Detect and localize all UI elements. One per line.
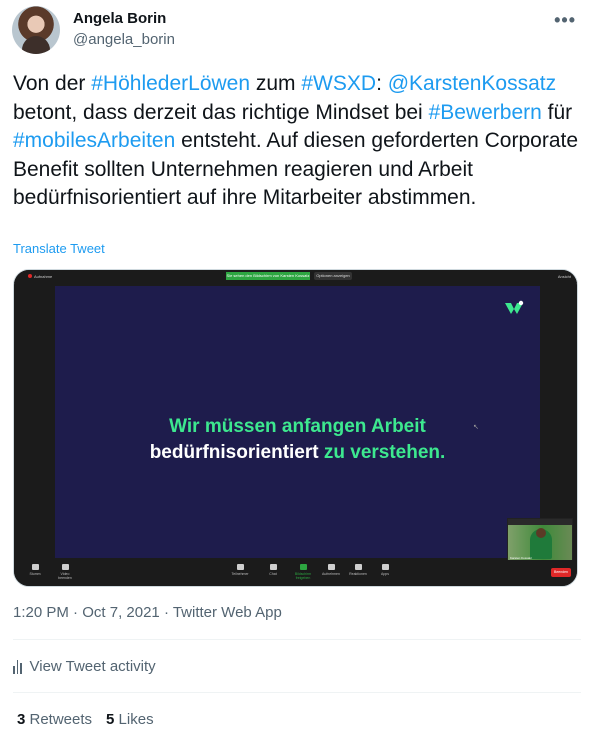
toolbar-label: Bildschirm freigeben <box>294 572 312 580</box>
toolbar-icon <box>299 564 307 570</box>
toolbar-label: Reaktionen <box>349 572 367 576</box>
view-label: Ansicht <box>557 274 571 279</box>
more-options-icon[interactable]: ••• <box>554 10 576 31</box>
tweet-text-segment: zum <box>250 72 302 95</box>
tweet-text: Von der #HöhlederLöwen zum #WSXD: @Karst… <box>13 70 585 213</box>
author-handle[interactable]: @angela_borin <box>73 31 175 48</box>
record-dot-icon <box>28 274 32 278</box>
author-name[interactable]: Angela Borin <box>73 10 166 27</box>
hashtag-link[interactable]: #mobilesArbeiten <box>13 129 175 152</box>
toolbar-icon <box>327 564 335 570</box>
zoom-toolbar-item: Bildschirm freigeben <box>292 564 314 580</box>
tweet-stats: 3 Retweets 5 Likes <box>17 711 154 728</box>
view-tweet-activity-link[interactable]: View Tweet activity <box>13 658 156 675</box>
hashtag-link[interactable]: @KarstenKossatz <box>388 72 556 95</box>
slide-headline-line2: bedürfnisorientiert zu verstehen. <box>55 442 540 464</box>
hashtag-link[interactable]: #WSXD <box>301 72 376 95</box>
speaker-video-thumbnail: Karsten Kossatz <box>507 518 573 562</box>
recording-indicator: Aufnahme <box>28 274 52 279</box>
hashtag-link[interactable]: #HöhlederLöwen <box>91 72 250 95</box>
tweet-metadata: 1:20 PM · Oct 7, 2021 · Twitter Web App <box>13 604 282 621</box>
zoom-toolbar: Beenden Stumm Video beenden Teilnehmer Chat… <box>14 560 577 586</box>
zoom-toolbar-item: Stumm <box>24 564 46 576</box>
translate-tweet-link[interactable]: Translate Tweet <box>13 241 105 256</box>
toolbar-label: Stumm <box>29 572 41 576</box>
divider <box>13 692 581 693</box>
zoom-toolbar-item: Reaktionen <box>347 564 369 576</box>
slide-headline-line1: Wir müssen anfangen Arbeit <box>169 416 426 437</box>
zoom-toolbar-item: Chat <box>262 564 284 576</box>
toolbar-icon <box>381 564 389 570</box>
presentation-slide: Wir müssen anfangen Arbeit bedürfnisorie… <box>55 286 540 558</box>
tweet-header: Angela Borin @angela_borin ••• <box>12 6 582 56</box>
toolbar-icon <box>61 564 69 570</box>
activity-label: View Tweet activity <box>29 658 156 675</box>
tweet-text-segment: : <box>376 72 388 95</box>
toolbar-icon <box>31 564 39 570</box>
screen-share-banner: Sie sehen den Bildschirm von Karsten Kos… <box>226 272 310 280</box>
tweet-media-image[interactable]: Aufnahme Sie sehen den Bildschirm von Ka… <box>13 269 578 587</box>
slide-white-text: bedürfnisorientiert <box>149 442 319 463</box>
toolbar-label: Aufnehmen <box>322 572 340 576</box>
toolbar-icon <box>236 564 244 570</box>
zoom-toolbar-item: Apps <box>374 564 396 576</box>
hashtag-link[interactable]: #Bewerbern <box>429 101 542 124</box>
end-meeting-button: Beenden <box>551 568 571 577</box>
mouse-cursor-icon: ↖ <box>473 424 479 431</box>
tweet-text-segment: betont, dass derzeit das richtige Mindse… <box>13 100 429 124</box>
tweet-time[interactable]: 1:20 PM <box>13 604 69 621</box>
toolbar-label: Video beenden <box>58 572 72 580</box>
tweet-source[interactable]: Twitter Web App <box>173 604 282 621</box>
analytics-icon <box>13 659 22 674</box>
brand-logo-icon <box>505 300 524 314</box>
divider <box>13 639 581 640</box>
retweets-link[interactable]: 3 Retweets <box>17 711 92 728</box>
slide-green-text: zu verstehen. <box>318 442 446 463</box>
tweet-date[interactable]: Oct 7, 2021 <box>82 604 160 621</box>
toolbar-icon <box>269 564 277 570</box>
zoom-top-bar: Aufnahme Sie sehen den Bildschirm von Ka… <box>14 270 577 283</box>
toolbar-label: Apps <box>381 572 389 576</box>
zoom-toolbar-item: Aufnehmen <box>320 564 342 576</box>
toolbar-icon <box>354 564 362 570</box>
tweet-text-segment: Von der <box>13 72 92 95</box>
zoom-toolbar-item: Video beenden <box>54 564 76 580</box>
toolbar-label: Teilnehmer <box>231 572 249 576</box>
toolbar-label: Chat <box>269 572 277 576</box>
zoom-toolbar-item: Teilnehmer <box>229 564 251 576</box>
tweet-text-segment: für <box>541 100 573 124</box>
avatar[interactable] <box>12 6 60 54</box>
likes-link[interactable]: 5 Likes <box>106 711 154 728</box>
view-options-button: Optionen anzeigen <box>314 272 352 280</box>
